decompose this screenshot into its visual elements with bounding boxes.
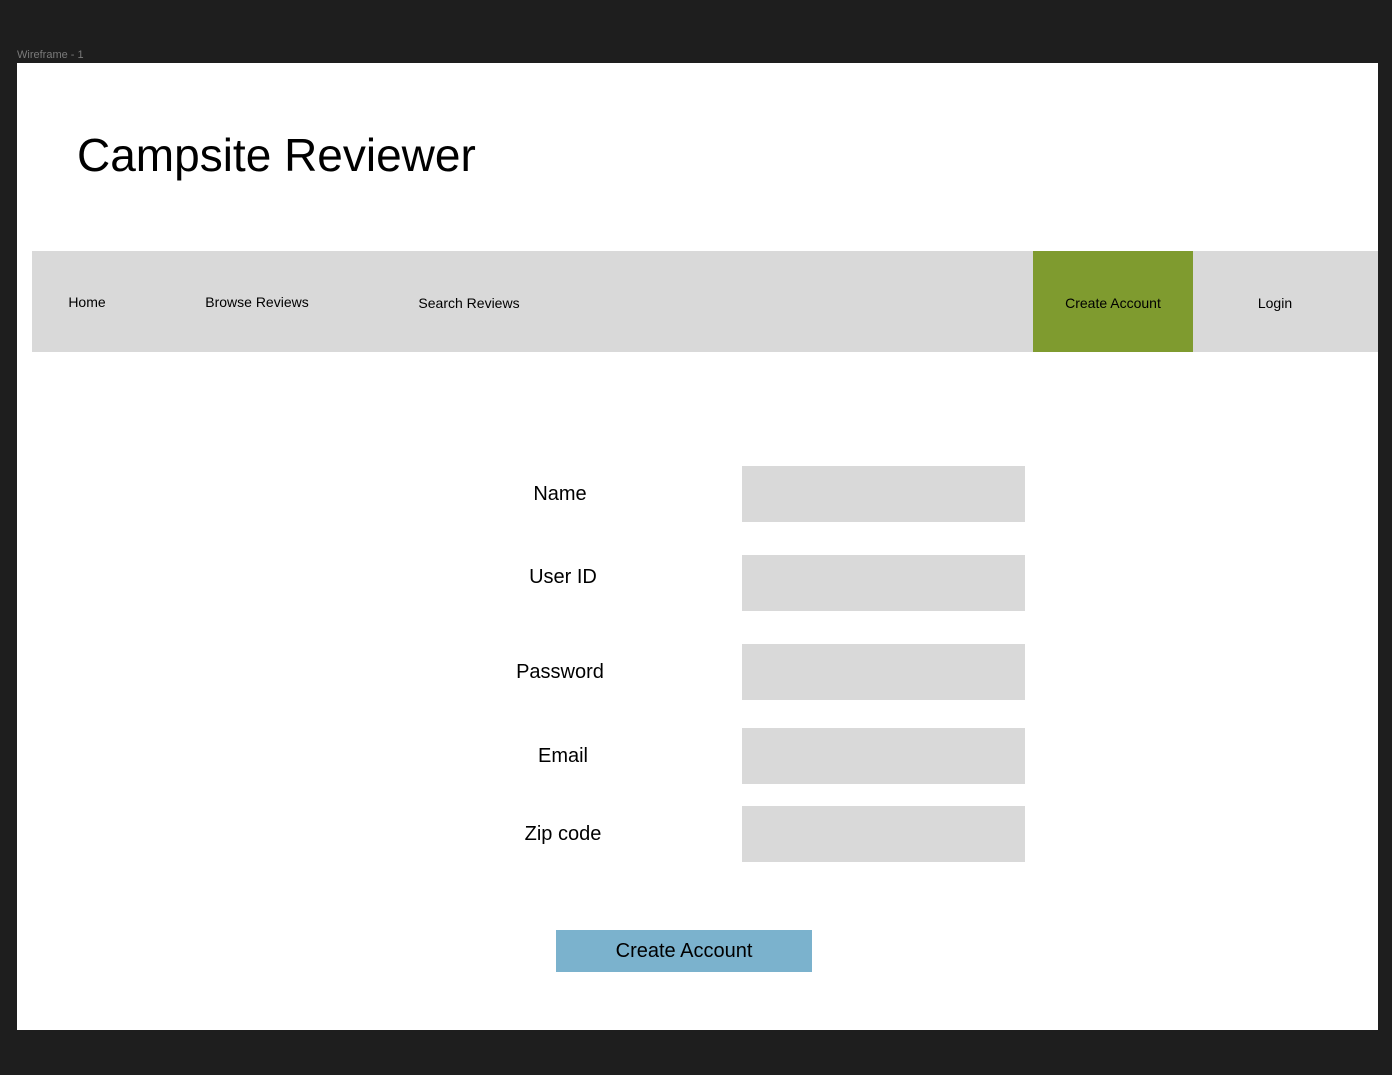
zip-code-input[interactable] [742,806,1025,862]
nav-item-label: Login [1257,294,1293,311]
password-input[interactable] [742,644,1025,700]
user-id-input[interactable] [742,555,1025,611]
password-label: Password [516,661,604,683]
create-account-button[interactable]: Create Account [556,930,812,972]
name-label: Name [533,483,587,505]
nav-item-label: Browse Reviews [205,293,309,310]
nav-item-login[interactable]: Login [1240,252,1310,353]
nav-item-create-account[interactable]: Create Account [1033,251,1193,352]
name-input[interactable] [742,466,1025,522]
nav-bar: Home Browse Reviews Search Reviews Creat… [32,251,1378,352]
nav-item-home[interactable]: Home [52,251,122,352]
nav-item-label: Search Reviews [418,294,520,311]
email-input[interactable] [742,728,1025,784]
nav-item-label: Home [68,293,106,310]
email-label: Email [537,745,588,767]
page-title: Campsite Reviewer [77,129,476,181]
nav-item-browse-reviews[interactable]: Browse Reviews [192,251,322,352]
nav-item-label: Create Account [1065,294,1161,311]
frame-label: Wireframe - 1 [17,49,84,61]
page-frame: Campsite Reviewer Home Browse Reviews Se… [17,63,1378,1030]
nav-item-search-reviews[interactable]: Search Reviews [404,252,534,353]
zip-code-label: Zip code [524,823,602,845]
user-id-label: User ID [529,566,597,588]
